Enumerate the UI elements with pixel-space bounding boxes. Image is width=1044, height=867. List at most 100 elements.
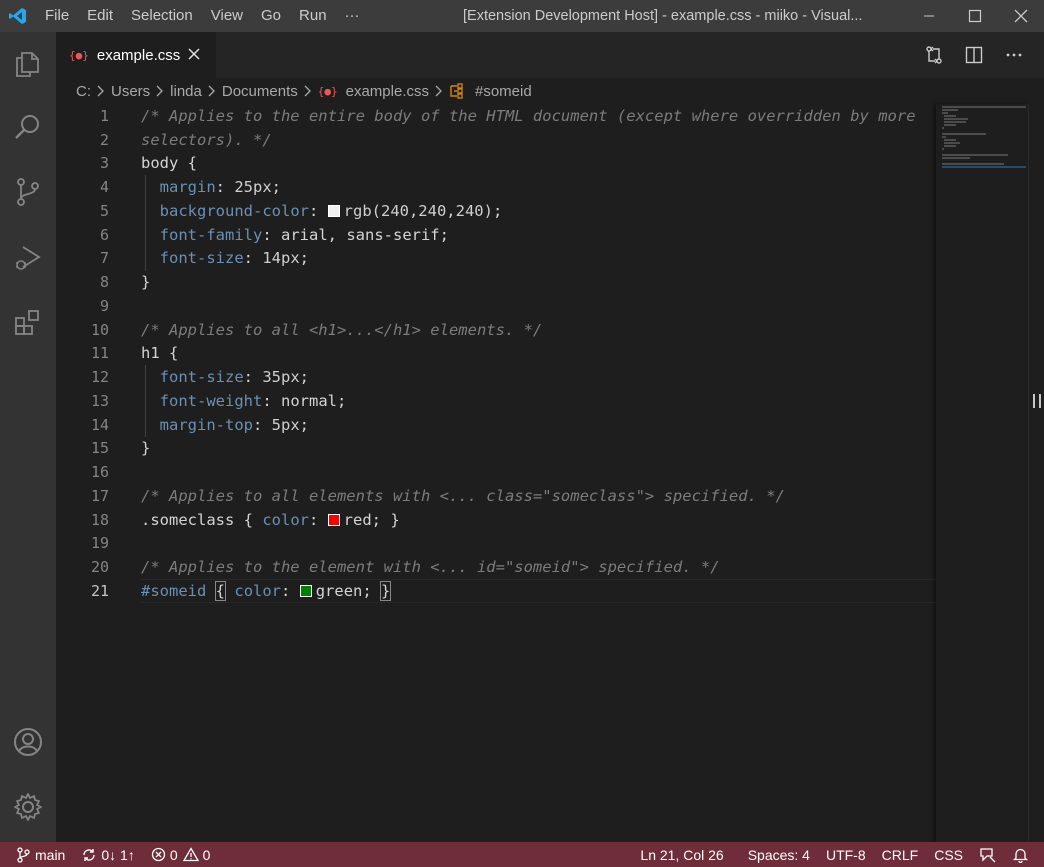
property: background-color [159,202,309,220]
line-number: 12 [90,368,109,386]
property: color [262,511,309,529]
brace: { [178,154,197,172]
property: color [234,582,282,600]
color-swatch-red[interactable] [327,514,340,526]
menu-selection[interactable]: Selection [122,0,202,32]
minimap-line [942,163,1004,165]
minimap-line [942,109,958,111]
compare-changes-icon[interactable] [914,32,954,78]
tab-bar: {●} example.css [56,32,1044,78]
code-line-10: /* Applies to all <h1>...</h1> elements.… [141,318,542,342]
minimap-line [944,115,956,117]
minimap[interactable] [936,104,1028,842]
tab-label: example.css [96,46,181,64]
run-debug-icon[interactable] [0,234,56,282]
settings-gear-icon[interactable] [0,783,56,831]
code-line-7: font-size: 14px; [159,249,310,267]
activity-bar [0,32,56,842]
selector: h1 [141,344,160,362]
menu-file[interactable]: File [36,0,78,32]
code-content[interactable]: /* Applies to the entire body of the HTM… [141,104,936,842]
minimap-line [942,133,986,135]
line-number: 14 [90,416,109,434]
line-number: 17 [90,487,109,505]
value: 5px [271,416,300,434]
notifications-bell-icon[interactable] [1005,842,1036,867]
sync-indicator[interactable]: 0↓ 1↑ [73,842,142,867]
line-number: 4 [99,178,109,196]
feedback-icon[interactable] [971,842,1005,867]
color-swatch-green[interactable] [299,585,312,597]
menu-more[interactable]: ··· [336,0,369,32]
explorer-icon[interactable] [0,40,56,88]
menu-go[interactable]: Go [252,0,290,32]
line-number: 6 [99,226,109,244]
menu-view[interactable]: View [202,0,252,32]
git-branch-icon [16,846,30,863]
breadcrumb-file[interactable]: example.css [346,83,429,100]
selector: body [141,154,179,172]
window-controls [906,0,1044,32]
code-line-11: h1 { [141,341,178,365]
css-file-icon: {●} [317,84,338,98]
breadcrumb-users[interactable]: Users [111,83,150,100]
tab-example-css[interactable]: {●} example.css [56,32,216,78]
close-tab-icon[interactable] [188,47,200,64]
title-bar: File Edit Selection View Go Run ··· [Ext… [0,0,1044,32]
cursor-position[interactable]: Ln 21, Col 26 [632,842,731,867]
comment: /* Applies to all <h1>...</h1> elements.… [141,321,543,339]
minimap-line [942,136,946,138]
code-editor[interactable]: 1 2 3 4 5 6 7 8 9 10 11 12 13 14 15 16 1… [56,104,1044,842]
minimap-line [944,142,960,144]
close-window-icon[interactable] [998,0,1044,32]
code-line-1: /* Applies to the entire body of the HTM… [141,104,916,128]
code-line-3: body { [141,151,197,175]
vertical-scrollbar[interactable] [1028,104,1044,842]
comment: /* Applies to all elements with <... cla… [141,487,785,505]
end-of-line[interactable]: CRLF [874,842,927,867]
minimap-line [944,124,956,126]
sync-status: 0↓ 1↑ [101,846,135,863]
line-number: 20 [90,558,109,576]
menu-edit[interactable]: Edit [78,0,122,32]
minimize-icon[interactable] [906,0,952,32]
more-actions-icon[interactable] [994,32,1034,78]
code-line-6: font-family: arial, sans-serif; [159,226,449,244]
branch-indicator[interactable]: main [8,842,73,867]
brace: } [141,439,151,457]
scrollbar-cursor-marker [1033,394,1041,408]
chevron-right-icon [435,85,443,97]
status-bar: main 0↓ 1↑ 0 0 Ln 21, Col 26 Spaces: 4 U… [0,842,1044,867]
color-swatch-bg[interactable] [327,205,340,217]
selector-id: #someid [141,582,207,600]
encoding[interactable]: UTF-8 [818,842,874,867]
code-line-8: } [141,270,150,294]
chevron-right-icon [208,85,216,97]
problems-indicator[interactable]: 0 0 [143,842,219,867]
split-editor-icon[interactable] [954,32,994,78]
extensions-icon[interactable] [0,299,56,347]
chevron-right-icon [156,85,164,97]
minimap-line [942,106,1026,108]
line-number: 2 [99,131,109,149]
code-line-12: font-size: 35px; [159,368,310,386]
breadcrumb-drive[interactable]: C: [76,83,91,100]
property: font-size [159,368,244,386]
code-line-4: margin: 25px; [159,178,282,196]
menu-run[interactable]: Run [290,0,336,32]
line-number: 7 [99,249,109,267]
breadcrumb-symbol[interactable]: #someid [475,83,532,100]
brace: } [141,273,151,291]
language-mode[interactable]: CSS [926,842,971,867]
status-bar-right: Ln 21, Col 26 Spaces: 4 UTF-8 CRLF CSS [632,842,1036,867]
search-icon[interactable] [0,103,56,151]
breadcrumb-documents[interactable]: Documents [222,83,298,100]
maximize-icon[interactable] [952,0,998,32]
code-line-21: #someid { color: green; } [141,581,392,601]
source-control-icon[interactable] [0,168,56,216]
account-icon[interactable] [0,718,56,766]
breadcrumb-linda[interactable]: linda [170,83,202,100]
error-icon [151,847,166,862]
value: green [315,582,363,600]
indentation[interactable]: Spaces: 4 [740,842,818,867]
